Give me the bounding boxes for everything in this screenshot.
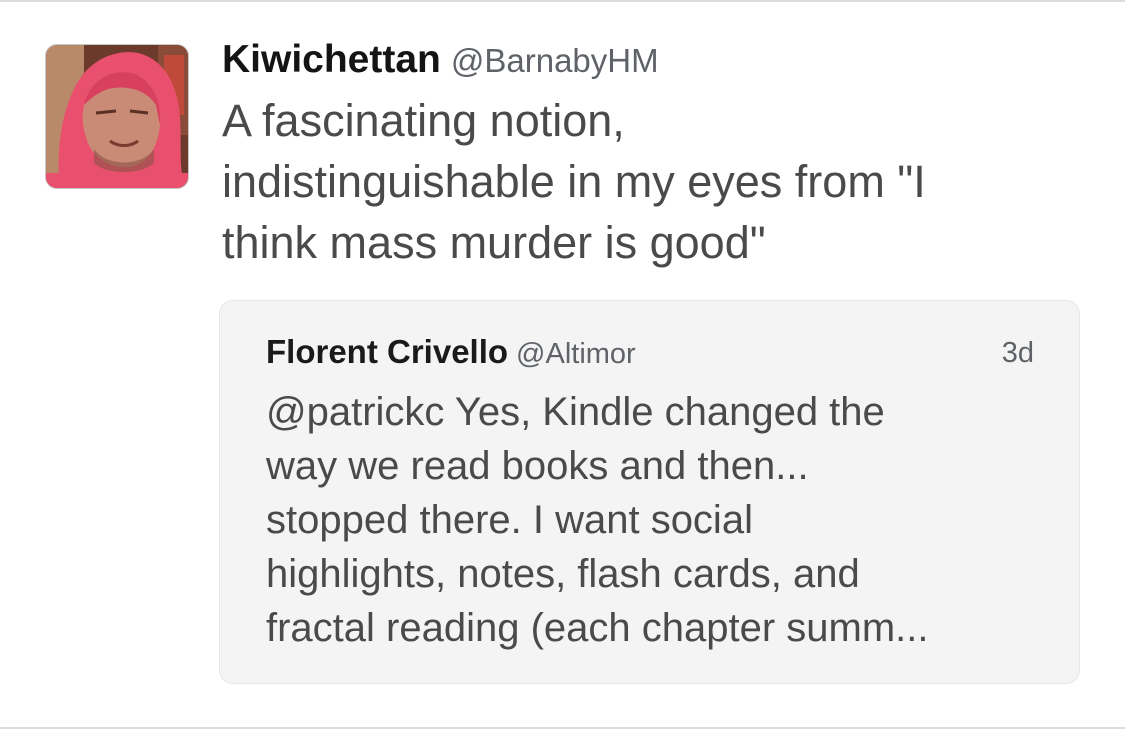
quoted-tweet-timestamp: 3d xyxy=(1001,337,1034,369)
top-divider xyxy=(0,0,1125,2)
avatar[interactable] xyxy=(45,44,189,189)
user-avatar-icon xyxy=(46,45,188,188)
tweet-text: A fascinating notion, indistinguishable … xyxy=(222,95,926,268)
quoted-author-name: Florent Crivello xyxy=(266,333,509,370)
quoted-tweet-header: Florent Crivello @Altimor xyxy=(266,333,636,371)
quoted-tweet-card[interactable]: Florent Crivello @Altimor 3d @patrickc Ye… xyxy=(219,300,1080,684)
tweet-header: Kiwichettan @BarnabyHM xyxy=(222,38,659,82)
quoted-author-handle: @Altimor xyxy=(516,338,636,370)
author-name[interactable]: Kiwichettan xyxy=(222,38,441,81)
author-handle[interactable]: @BarnabyHM xyxy=(451,42,659,79)
bottom-divider xyxy=(0,727,1125,729)
quoted-tweet-text: @patrickc Yes, Kindle changed the way we… xyxy=(266,390,929,650)
